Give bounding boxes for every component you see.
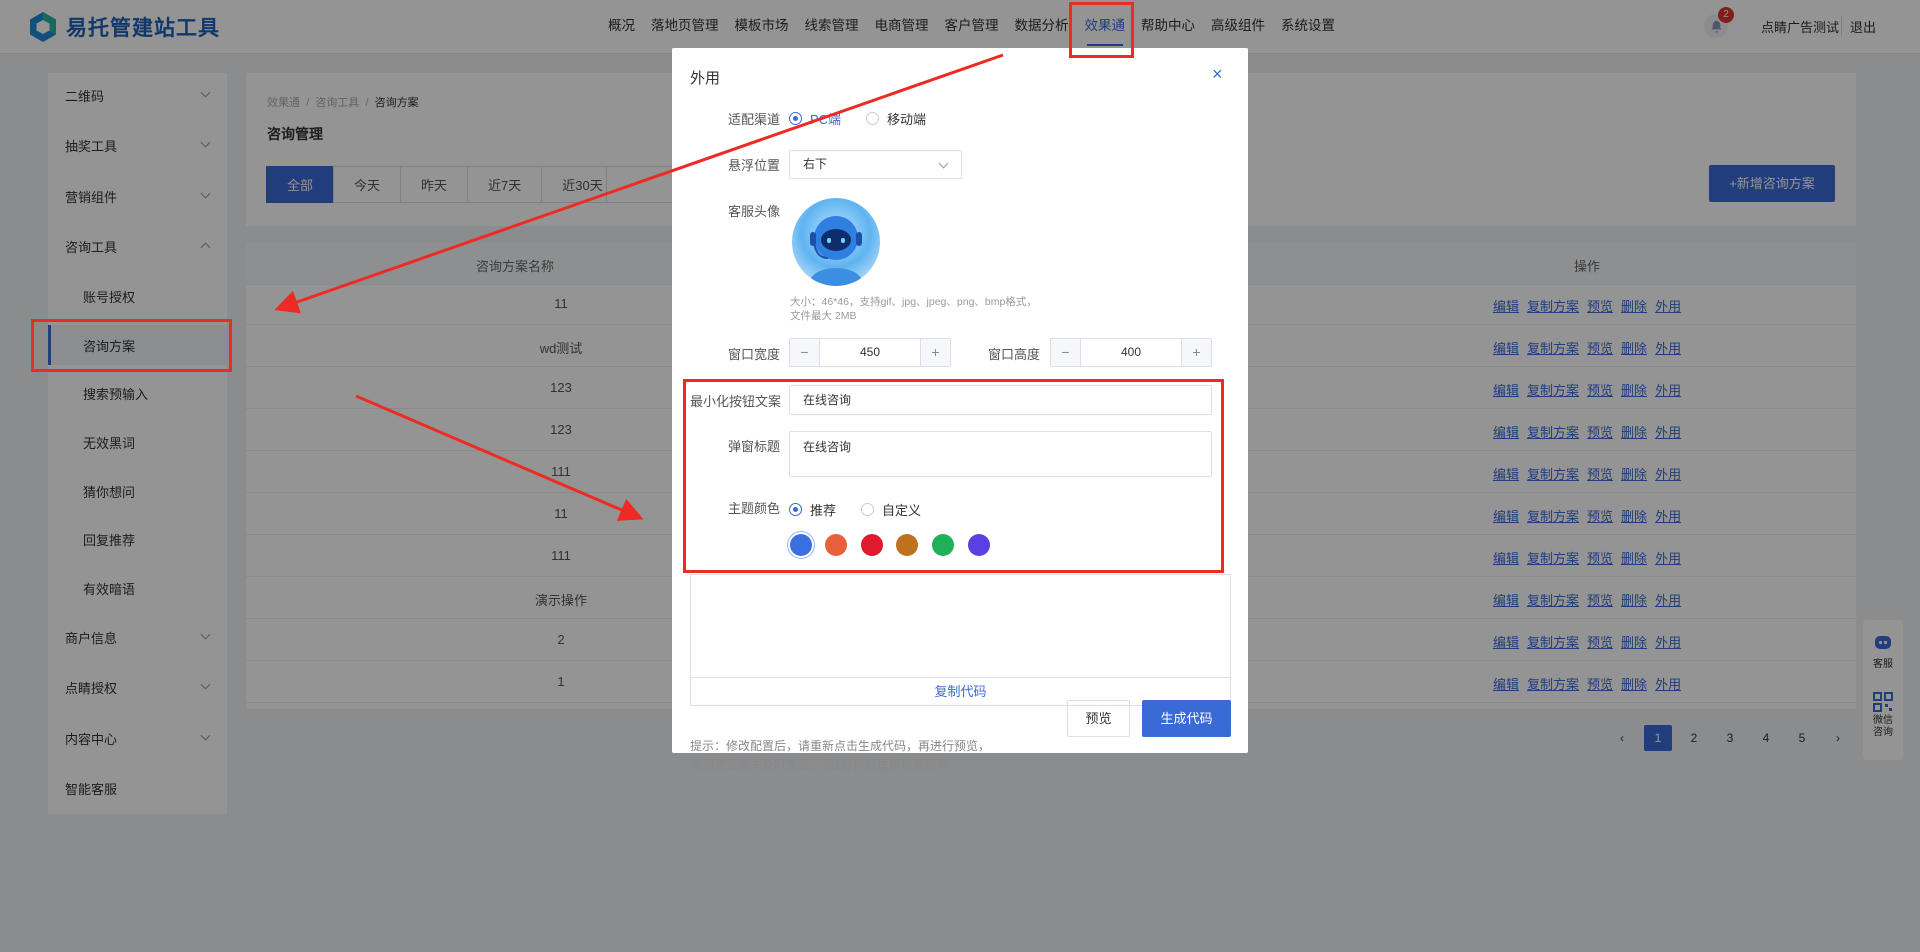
channel-pc-radio[interactable]: PC端	[789, 109, 841, 128]
tip-line: 提示：修改配置后，请重新点击生成代码，再进行预览，	[690, 739, 991, 753]
channel-label: 适配渠道	[728, 112, 781, 127]
height-label: 窗口高度	[988, 347, 1041, 362]
minus-icon[interactable]: −	[1051, 339, 1080, 366]
robot-avatar-icon	[810, 216, 862, 286]
close-icon[interactable]: ×	[1212, 64, 1223, 85]
dialog-tip: 提示：修改配置后，请重新点击生成代码，再进行预览， 若预览效果未及时生效，请1分…	[690, 737, 990, 775]
plus-icon[interactable]: +	[921, 339, 950, 366]
width-label: 窗口宽度	[728, 347, 781, 362]
avatar-upload[interactable]	[792, 198, 880, 286]
dialog-title: 外用	[690, 70, 721, 87]
channel-mobile-radio[interactable]: 移动端	[866, 109, 926, 128]
position-value: 右下	[803, 157, 828, 171]
position-label: 悬浮位置	[728, 158, 781, 173]
radio-dot	[866, 112, 879, 125]
radio-dot	[789, 112, 802, 125]
width-stepper[interactable]: − 450 +	[789, 338, 951, 367]
channel-mobile-label: 移动端	[887, 112, 927, 127]
preview-button[interactable]: 预览	[1067, 700, 1130, 737]
plus-icon[interactable]: +	[1182, 339, 1211, 366]
annotation-box-dialog	[683, 379, 1224, 573]
code-output-box[interactable]	[690, 574, 1231, 677]
annotation-box-nav	[1069, 2, 1134, 58]
position-select[interactable]: 右下	[789, 150, 962, 179]
avatar-hint: 大小：46*46，支持gif、jpg、jpeg、png、bmp格式，文件最大 2…	[790, 296, 1037, 322]
chevron-down-icon	[938, 158, 949, 169]
height-stepper[interactable]: − 400 +	[1050, 338, 1212, 367]
generate-code-button[interactable]: 生成代码	[1142, 700, 1231, 737]
annotation-box-sidebar	[31, 319, 232, 372]
channel-pc-label: PC端	[810, 112, 842, 127]
height-value[interactable]: 400	[1080, 339, 1182, 366]
width-value[interactable]: 450	[819, 339, 921, 366]
tip-line: 若预览效果未及时生效，请1分钟后重新查看即可	[690, 758, 949, 772]
avatar-label: 客服头像	[728, 204, 781, 219]
minus-icon[interactable]: −	[790, 339, 819, 366]
